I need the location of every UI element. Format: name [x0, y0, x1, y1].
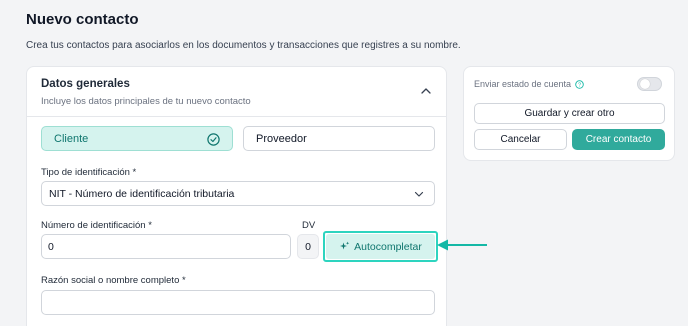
- send-statement-label: Enviar estado de cuenta: [474, 79, 572, 89]
- create-contact-button[interactable]: Crear contacto: [572, 129, 665, 150]
- id-number-value: 0: [48, 240, 54, 253]
- toggle-knob: [640, 79, 650, 89]
- dv-field: 0: [297, 234, 319, 259]
- dv-label: DV: [302, 220, 316, 231]
- page-subtitle: Crea tus contactos para asociarlos en lo…: [26, 40, 461, 51]
- id-type-select[interactable]: NIT - Número de identificación tributari…: [41, 181, 435, 206]
- autocomplete-button[interactable]: Autocompletar: [326, 234, 435, 259]
- contact-type-supplier-option[interactable]: Proveedor: [243, 126, 435, 151]
- general-data-subtitle: Incluye los datos principales de tu nuev…: [41, 96, 251, 107]
- contact-type-client-option[interactable]: Cliente: [41, 126, 233, 151]
- id-number-label: Número de identificación *: [41, 220, 152, 231]
- info-icon[interactable]: ?: [575, 79, 584, 89]
- sparkle-icon: [340, 241, 350, 250]
- contact-type-client-label: Cliente: [54, 132, 89, 145]
- cancel-button[interactable]: Cancelar: [474, 129, 567, 150]
- general-data-title: Datos generales: [41, 78, 130, 90]
- arrow-left-icon: [437, 239, 487, 251]
- page-title: Nuevo contacto: [26, 11, 139, 28]
- business-name-label: Razón social o nombre completo *: [41, 275, 186, 286]
- business-name-input[interactable]: [41, 290, 435, 315]
- id-type-value: NIT - Número de identificación tributari…: [49, 187, 235, 200]
- dv-value: 0: [305, 240, 311, 253]
- chevron-down-icon: [414, 191, 424, 197]
- autocomplete-label: Autocompletar: [354, 240, 422, 253]
- send-statement-row: Enviar estado de cuenta ?: [474, 79, 584, 89]
- id-number-input[interactable]: 0: [41, 234, 291, 259]
- general-data-card: Datos generales Incluye los datos princi…: [26, 66, 447, 326]
- send-statement-toggle[interactable]: [637, 77, 662, 91]
- check-circle-icon: [207, 133, 220, 146]
- chevron-up-icon[interactable]: [420, 86, 432, 96]
- save-and-create-another-button[interactable]: Guardar y crear otro: [474, 103, 665, 124]
- id-type-label: Tipo de identificación *: [41, 167, 137, 178]
- general-data-header[interactable]: Datos generales Incluye los datos princi…: [27, 67, 446, 117]
- actions-card: Enviar estado de cuenta ? Guardar y crea…: [463, 66, 675, 161]
- cancel-label: Cancelar: [500, 134, 541, 145]
- contact-type-supplier-label: Proveedor: [256, 132, 307, 145]
- svg-text:?: ?: [578, 82, 581, 88]
- create-contact-label: Crear contacto: [585, 134, 652, 145]
- save-and-create-another-label: Guardar y crear otro: [524, 108, 615, 119]
